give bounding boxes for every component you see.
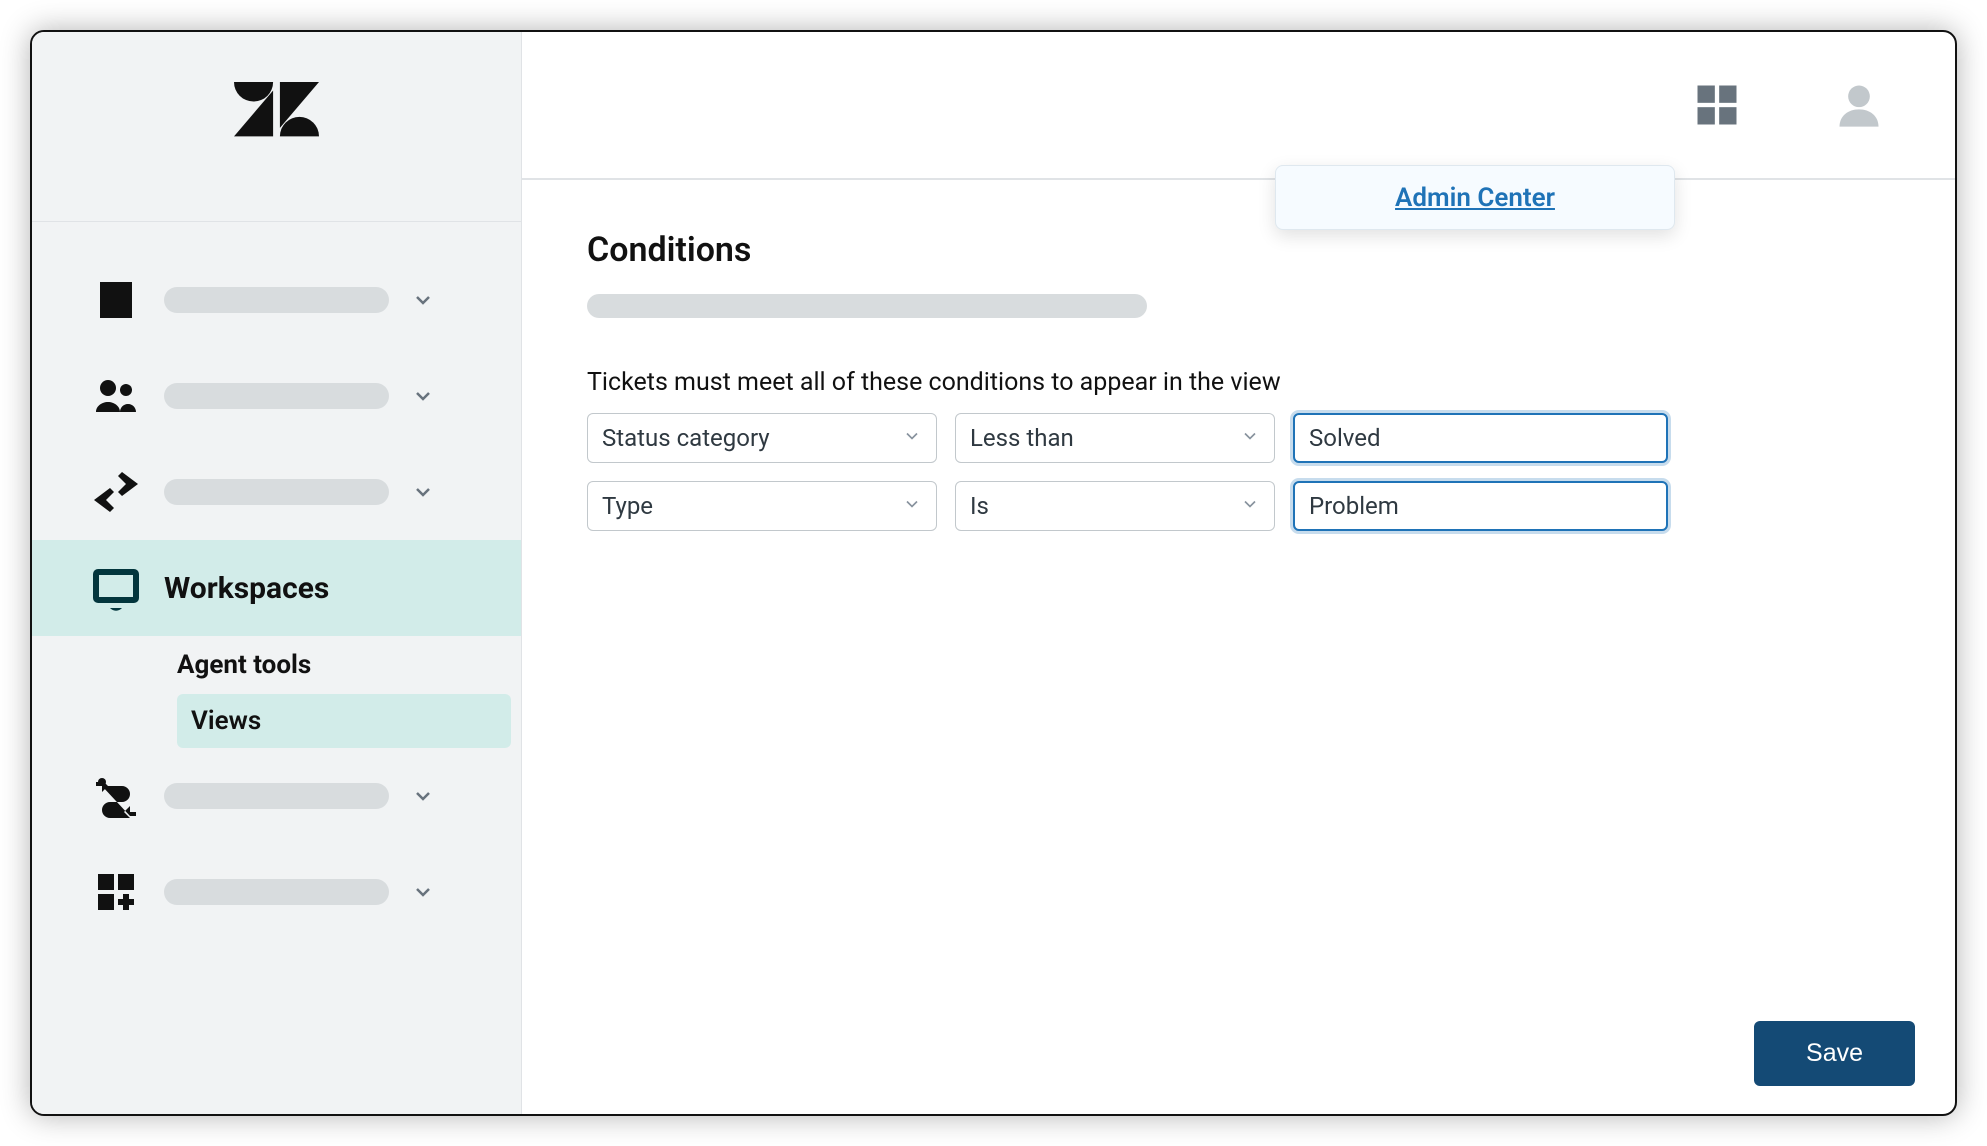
input-value: Solved <box>1309 424 1381 452</box>
zendesk-logo-icon <box>234 82 319 171</box>
chevron-down-icon <box>409 286 437 314</box>
sidebar-item-label: Workspaces <box>164 571 491 606</box>
input-value: Problem <box>1309 492 1399 520</box>
footer-actions: Save <box>1754 1021 1915 1086</box>
people-icon <box>92 372 154 420</box>
chevron-down-icon <box>409 382 437 410</box>
sidebar-item-apps[interactable] <box>32 844 521 940</box>
user-profile-icon[interactable] <box>1833 79 1885 131</box>
sidebar-item-placeholder <box>164 383 389 409</box>
sidebar-item-objects[interactable] <box>32 748 521 844</box>
building-icon <box>92 276 154 324</box>
sidebar-item-placeholder <box>164 879 389 905</box>
sidebar-item-placeholder <box>164 287 389 313</box>
condition-field-select[interactable]: Status category <box>587 413 937 463</box>
sidebar-subnav: Agent tools Views <box>32 636 521 748</box>
condition-field-select[interactable]: Type <box>587 481 937 531</box>
sidebar-nav: Workspaces Agent tools Views <box>32 222 521 940</box>
condition-value-input[interactable]: Problem <box>1293 481 1668 531</box>
sidebar-item-account[interactable] <box>32 252 521 348</box>
chevron-down-icon <box>1240 492 1260 520</box>
chevron-down-icon <box>1240 424 1260 452</box>
condition-row: Type Is Problem <box>587 481 1890 531</box>
chevron-down-icon <box>902 424 922 452</box>
chevron-down-icon <box>409 478 437 506</box>
subnav-heading-agent-tools[interactable]: Agent tools <box>177 636 511 694</box>
apps-add-icon <box>92 868 154 916</box>
page-title: Conditions <box>587 230 1890 270</box>
chevron-down-icon <box>902 492 922 520</box>
route-icon <box>92 772 154 820</box>
condition-value-input[interactable]: Solved <box>1293 413 1668 463</box>
sidebar-item-placeholder <box>164 783 389 809</box>
subtitle-placeholder <box>587 294 1147 318</box>
save-button[interactable]: Save <box>1754 1021 1915 1086</box>
sidebar: Workspaces Agent tools Views <box>32 32 522 1114</box>
arrows-horizontal-icon <box>92 468 154 516</box>
select-value: Status category <box>602 424 770 452</box>
select-value: Type <box>602 492 653 520</box>
brand-logo-area <box>32 32 521 222</box>
main-area: Admin Center Conditions Tickets must mee… <box>522 32 1955 1114</box>
conditions-instruction: Tickets must meet all of these condition… <box>587 368 1890 397</box>
products-grid-icon[interactable] <box>1691 79 1743 131</box>
condition-operator-select[interactable]: Is <box>955 481 1275 531</box>
condition-row: Status category Less than Solved <box>587 413 1890 463</box>
topbar <box>522 32 1955 180</box>
app-window: Workspaces Agent tools Views <box>30 30 1957 1116</box>
monitor-icon <box>92 564 154 612</box>
select-value: Less than <box>970 424 1074 452</box>
chevron-down-icon <box>409 878 437 906</box>
sidebar-item-channels[interactable] <box>32 444 521 540</box>
condition-operator-select[interactable]: Less than <box>955 413 1275 463</box>
sidebar-item-placeholder <box>164 479 389 505</box>
subnav-item-views[interactable]: Views <box>177 694 511 748</box>
select-value: Is <box>970 492 989 520</box>
sidebar-item-workspaces[interactable]: Workspaces <box>32 540 521 636</box>
chevron-down-icon <box>409 782 437 810</box>
content-area: Conditions Tickets must meet all of thes… <box>522 180 1955 1114</box>
sidebar-item-people[interactable] <box>32 348 521 444</box>
